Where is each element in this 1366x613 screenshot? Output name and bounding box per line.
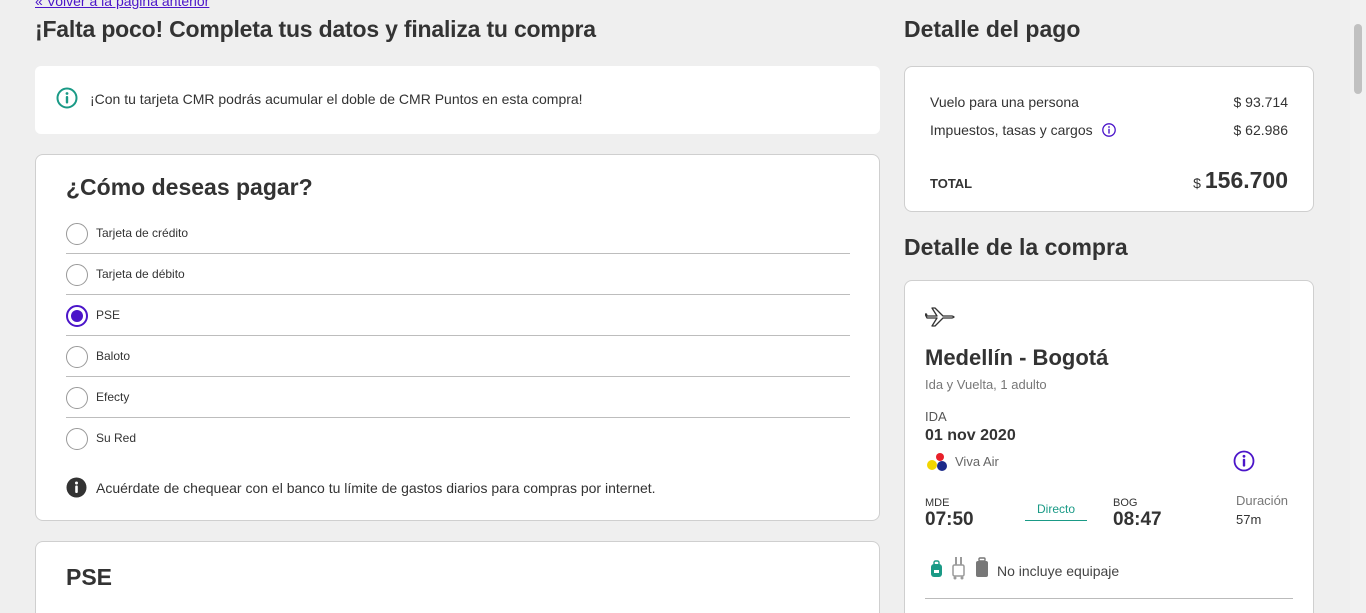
total-label: TOTAL xyxy=(930,176,973,191)
option-label: Baloto xyxy=(96,349,131,363)
origin-code: MDE xyxy=(925,497,950,509)
total-value: 156.700 xyxy=(1204,167,1288,193)
pse-title: PSE xyxy=(66,564,113,590)
destination-time: 08:47 xyxy=(1113,509,1162,530)
promo-text: ¡Con tu tarjeta CMR podrás acumular el d… xyxy=(90,91,583,107)
destination-code: BOG xyxy=(1113,497,1138,509)
page-scrollbar[interactable] xyxy=(1350,0,1366,613)
radio-button[interactable] xyxy=(66,223,88,245)
purchase-detail-title: Detalle de la compra xyxy=(904,234,1128,260)
payment-summary-card: Vuelo para una persona $ 93.714 Impuesto… xyxy=(904,66,1314,212)
flight-price-row: Vuelo para una persona $ 93.714 xyxy=(930,94,1288,110)
payment-option-baloto[interactable]: Baloto xyxy=(66,336,850,377)
radio-button[interactable] xyxy=(66,264,88,286)
suitcase-icon xyxy=(976,557,988,577)
scrollbar-thumb[interactable] xyxy=(1354,24,1362,94)
currency-symbol: $ xyxy=(1193,175,1201,191)
duration-value: 57m xyxy=(1236,512,1262,527)
payment-detail-title: Detalle del pago xyxy=(904,16,1081,42)
route-title: Medellín - Bogotá xyxy=(925,345,1109,370)
leg-label: IDA xyxy=(925,409,947,424)
reminder-text: Acuérdate de chequear con el banco tu lí… xyxy=(96,480,656,496)
row-amount: $ 93.714 xyxy=(1233,94,1289,110)
radio-button[interactable] xyxy=(66,346,88,368)
purchase-detail-card: Medellín - Bogotá Ida y Vuelta, 1 adulto… xyxy=(904,280,1314,613)
taxes-row: Impuestos, tasas y cargos $ 62.986 xyxy=(930,122,1288,140)
payment-option-su-red[interactable]: Su Red xyxy=(66,418,850,459)
info-icon[interactable] xyxy=(1101,123,1116,140)
option-label: Efecty xyxy=(96,390,130,404)
payment-option-pse[interactable]: PSE xyxy=(66,295,850,336)
divider xyxy=(925,598,1293,599)
radio-button[interactable] xyxy=(66,387,88,409)
back-link[interactable]: « Volver a la página anterior xyxy=(35,0,209,9)
payment-method-card: ¿Cómo deseas pagar? Tarjeta de crédito T… xyxy=(35,154,880,521)
promo-banner: ¡Con tu tarjeta CMR podrás acumular el d… xyxy=(35,66,880,134)
row-label: Vuelo para una persona xyxy=(930,94,1079,110)
viva-air-logo xyxy=(926,452,950,477)
flight-date: 01 nov 2020 xyxy=(925,427,1016,444)
payment-option-credit-card[interactable]: Tarjeta de crédito xyxy=(66,213,850,254)
flight-info-icon[interactable] xyxy=(1233,450,1255,477)
payment-option-efecty[interactable]: Efecty xyxy=(66,377,850,418)
info-filled-icon xyxy=(66,477,87,503)
payment-title: ¿Cómo deseas pagar? xyxy=(66,174,313,200)
row-amount: $ 62.986 xyxy=(1233,122,1289,138)
carry-on-icon xyxy=(952,557,965,580)
info-circle-icon xyxy=(56,87,78,114)
option-label: Tarjeta de crédito xyxy=(96,226,189,240)
page-title: ¡Falta poco! Completa tus datos y finali… xyxy=(35,16,596,42)
radio-button[interactable] xyxy=(66,428,88,450)
row-label: Impuestos, tasas y cargos xyxy=(930,122,1093,138)
baggage-text: No incluye equipaje xyxy=(997,563,1120,579)
duration-label: Duración xyxy=(1236,493,1289,508)
airline-name: Viva Air xyxy=(955,454,999,469)
backpack-icon xyxy=(931,560,942,577)
radio-button-selected[interactable] xyxy=(66,305,88,327)
stops-label: Directo xyxy=(1025,502,1087,521)
option-label: PSE xyxy=(96,308,121,322)
airplane-icon xyxy=(924,305,957,334)
option-label: Tarjeta de débito xyxy=(96,267,185,281)
option-label: Su Red xyxy=(96,431,137,445)
trip-type: Ida y Vuelta, 1 adulto xyxy=(925,377,1047,392)
payment-option-debit-card[interactable]: Tarjeta de débito xyxy=(66,254,850,295)
pse-card: PSE xyxy=(35,541,880,613)
total-amount: $156.700 xyxy=(1193,167,1288,194)
baggage-icons xyxy=(929,556,993,585)
origin-time: 07:50 xyxy=(925,509,974,530)
